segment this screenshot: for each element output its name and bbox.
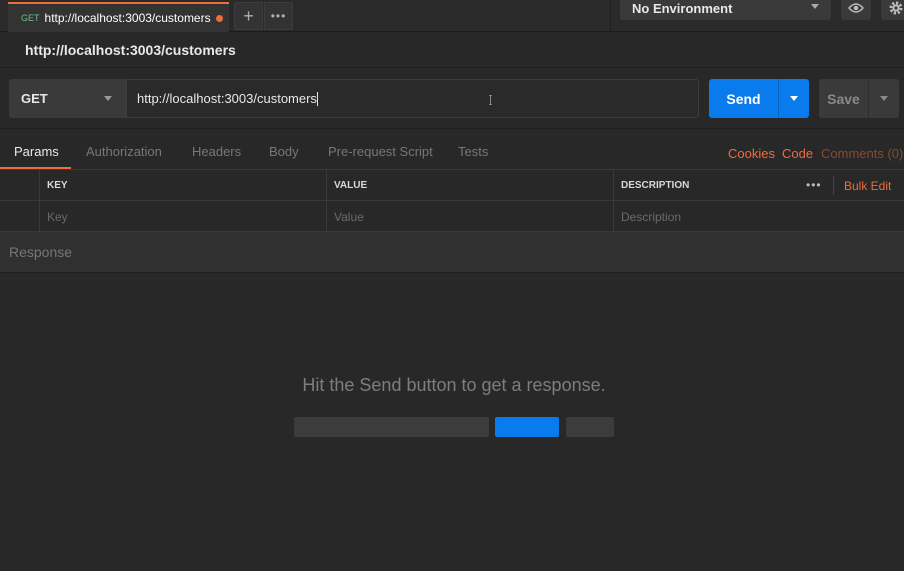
key-input[interactable]: Key bbox=[40, 201, 327, 232]
new-tab-button[interactable]: + bbox=[234, 2, 263, 30]
text-caret bbox=[316, 91, 318, 106]
chevron-down-icon bbox=[811, 4, 819, 9]
more-horizontal-icon: ••• bbox=[270, 9, 287, 23]
divider bbox=[833, 176, 834, 195]
send-options-button[interactable] bbox=[778, 79, 809, 118]
tab-tests[interactable]: Tests bbox=[458, 144, 488, 159]
environment-quick-look-button[interactable] bbox=[841, 0, 871, 20]
divider bbox=[610, 0, 611, 31]
params-table: KEY VALUE DESCRIPTION ••• Bulk Edit Key … bbox=[0, 169, 904, 232]
tab-options-button[interactable]: ••• bbox=[264, 2, 293, 30]
send-button[interactable]: Send bbox=[709, 79, 778, 118]
plus-icon: + bbox=[243, 5, 254, 26]
comments-link[interactable]: Comments (0) bbox=[821, 146, 903, 161]
tab-bar: GET http://localhost:3003/customers + ••… bbox=[0, 0, 904, 32]
placeholder-bar bbox=[566, 417, 614, 437]
tab-pre-request-script[interactable]: Pre-request Script bbox=[328, 144, 433, 159]
row-checkbox[interactable] bbox=[0, 201, 40, 232]
request-tab[interactable]: GET http://localhost:3003/customers bbox=[8, 2, 229, 32]
column-header-key: KEY bbox=[40, 170, 327, 201]
chevron-down-icon bbox=[790, 96, 798, 101]
cookies-link[interactable]: Cookies bbox=[728, 146, 775, 161]
tab-body[interactable]: Body bbox=[269, 144, 299, 159]
method-select[interactable]: GET bbox=[9, 79, 126, 118]
response-header: Response bbox=[0, 232, 904, 273]
eye-icon bbox=[848, 3, 864, 13]
tab-params[interactable]: Params bbox=[14, 144, 59, 159]
tab-authorization[interactable]: Authorization bbox=[86, 144, 162, 159]
checkbox-column bbox=[0, 170, 40, 201]
chevron-down-icon bbox=[104, 96, 112, 101]
request-tabs: Params Authorization Headers Body Pre-re… bbox=[0, 128, 904, 170]
gear-icon bbox=[889, 1, 903, 15]
tab-headers[interactable]: Headers bbox=[192, 144, 241, 159]
empty-response-message: Hit the Send button to get a response. bbox=[302, 375, 606, 395]
save-options-button[interactable] bbox=[868, 79, 899, 118]
placeholder-bar bbox=[294, 417, 489, 437]
chevron-down-icon bbox=[880, 96, 888, 101]
placeholder-send-bar bbox=[495, 417, 559, 437]
code-link[interactable]: Code bbox=[782, 146, 813, 161]
settings-button[interactable] bbox=[881, 0, 904, 20]
request-name: http://localhost:3003/customers bbox=[0, 32, 904, 68]
unsaved-dot-icon bbox=[216, 15, 223, 22]
column-header-value: VALUE bbox=[327, 170, 614, 201]
bulk-edit-link[interactable]: Bulk Edit bbox=[844, 179, 891, 193]
environment-select[interactable]: No Environment bbox=[620, 0, 831, 20]
url-text: http://localhost:3003/customers bbox=[137, 91, 317, 106]
value-input[interactable]: Value bbox=[327, 201, 614, 232]
params-header-row: KEY VALUE DESCRIPTION ••• Bulk Edit bbox=[0, 170, 904, 201]
ibeam-cursor-icon bbox=[489, 95, 492, 105]
tab-title: http://localhost:3003/customers bbox=[44, 11, 211, 25]
save-button[interactable]: Save bbox=[819, 79, 868, 118]
more-horizontal-icon[interactable]: ••• bbox=[806, 178, 822, 192]
environment-label: No Environment bbox=[632, 0, 733, 16]
tab-method: GET bbox=[21, 13, 40, 23]
url-input[interactable]: http://localhost:3003/customers bbox=[126, 79, 699, 118]
params-row: Key Value Description bbox=[0, 201, 904, 232]
method-label: GET bbox=[21, 91, 48, 106]
description-input[interactable]: Description bbox=[614, 201, 904, 232]
